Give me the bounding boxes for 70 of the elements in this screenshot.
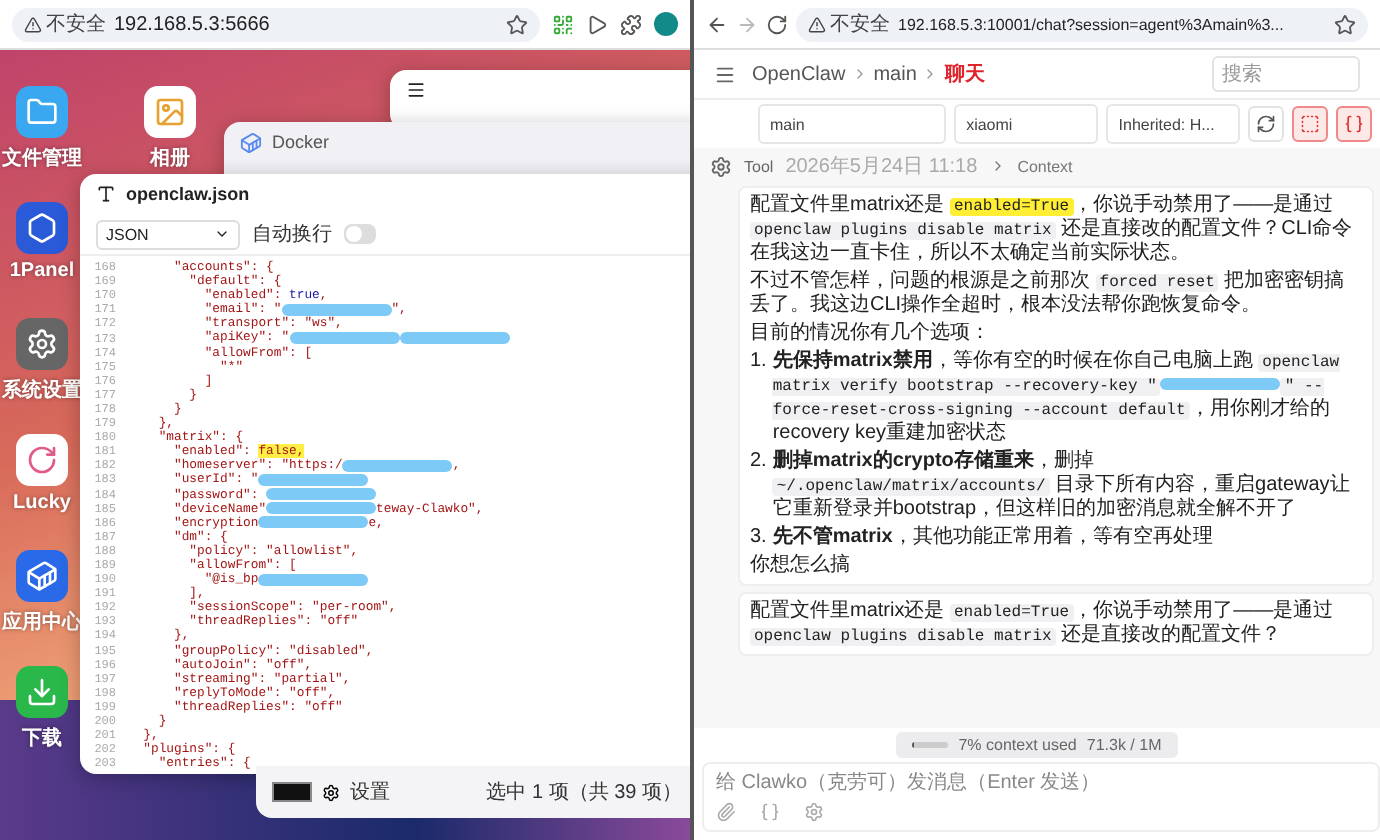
desktop-icon-label[interactable]: 文件管理 — [2, 144, 82, 172]
url-text: 192.168.5.3:5666 — [114, 13, 272, 35]
address-bar[interactable]: 不安全 192.168.5.3:5666 — [12, 7, 540, 41]
message-paragraph: 你想怎么搞 — [750, 554, 852, 578]
language-select[interactable]: JSON — [96, 219, 240, 249]
list-number: 2. — [750, 450, 767, 476]
breadcrumb-link[interactable]: 聊天 — [944, 60, 985, 88]
list-item-text: 先保持matrix禁用，等你有空的时候在你自己电脑上跑 openclaw matrix verify bootstrap --recovery-key " " --force-reset-cross-signing --account default ，用你刚才给的recovery key重建加密状态 — [772, 350, 1342, 446]
store-icon[interactable] — [16, 550, 68, 602]
url-text: 192.168.5.3:10001/chat?session=agent%3Amain%3... — [898, 15, 1286, 33]
play-icon[interactable] — [586, 13, 608, 35]
profile-avatar[interactable] — [654, 12, 678, 36]
session-select[interactable]: xiaomi — [954, 104, 1099, 144]
message-paragraph: 目前的情况你有几个选项： — [750, 322, 992, 346]
address-bar[interactable]: 不安全 192.168.5.3:10001/chat?session=agent%3Amain%3... — [796, 7, 1368, 41]
token-count: 71.3k / 1M — [1086, 736, 1162, 754]
breadcrumb-link[interactable]: OpenClaw — [752, 63, 846, 85]
warning-icon — [24, 15, 42, 33]
message-time: 2026年5月24日 11:18 — [785, 154, 978, 180]
message-input[interactable]: 给 Clawko（克劳可）发消息（Enter 发送） — [716, 772, 1366, 794]
message-paragraph: 配置文件里matrix还是 enabled=True ，你说手动禁用了——是通过 openclaw plugins disable matrix 还是直接改的配置文件？ — [750, 600, 1336, 648]
message-paragraph: 配置文件里matrix还是 enabled=True ，你说手动禁用了——是通过 openclaw plugins disable matrix 还是直接改的配置文件？CLI命令在我这边一直卡住，所以不太确定当前实际状态。 — [750, 194, 1355, 266]
session-select[interactable]: main — [758, 104, 947, 144]
settings-button[interactable]: 设置 — [350, 778, 390, 806]
desktop-icon-label[interactable]: 系统设置 — [2, 376, 82, 404]
message-field[interactable]: 给 Clawko（克劳可）发消息（Enter 发送） — [702, 762, 1380, 832]
desktop-icon-label[interactable]: 相册 — [150, 144, 190, 172]
star-icon[interactable] — [506, 13, 528, 35]
window-title: Docker — [272, 132, 330, 152]
gear-icon[interactable] — [322, 783, 340, 801]
back-icon[interactable] — [706, 13, 728, 35]
text-icon — [96, 184, 116, 204]
paperclip-icon[interactable] — [716, 802, 736, 822]
dashed-square-icon — [1299, 114, 1320, 134]
thumbnail-block — [272, 782, 312, 802]
focus-button[interactable] — [1291, 106, 1328, 142]
session-select[interactable]: Inherited: H... — [1106, 104, 1240, 144]
list-item-text: 删掉matrix的crypto存储重来，删掉 ~/.openclaw/matrix/accounts/ 目录下所有内容，重启gateway让它重新登录并bootstrap，但这样旧的加密消息就全解不开了 — [772, 450, 1352, 522]
grid-icon[interactable] — [552, 13, 574, 35]
download-icon[interactable] — [16, 666, 68, 718]
gear-icon — [710, 155, 732, 177]
list-item-text: 先不管matrix，其他功能正常用着，等有空再处理 — [772, 526, 1213, 550]
list-number: 3. — [750, 526, 767, 550]
window-title: openclaw.json — [126, 184, 250, 204]
security-label[interactable]: 不安全 — [24, 10, 106, 38]
toggle-button[interactable] — [1335, 106, 1372, 142]
menu-icon[interactable] — [406, 80, 426, 100]
warning-icon — [808, 15, 826, 33]
breadcrumb-link[interactable]: main — [873, 63, 917, 85]
chevron-down-icon — [214, 226, 230, 242]
list-number: 1. — [750, 350, 767, 376]
desktop-icon-label[interactable]: 1Panel — [9, 260, 75, 282]
wrap-toggle[interactable] — [344, 224, 376, 244]
security-label[interactable]: 不安全 — [808, 10, 890, 38]
selection-count: 选中 1 项（共 39 项） — [486, 779, 682, 806]
wrap-label: 自动换行 — [252, 222, 332, 248]
puzzle-icon[interactable] — [620, 13, 642, 35]
sender-name: Tool — [744, 157, 774, 175]
desktop-icon-label[interactable]: 下载 — [22, 724, 62, 752]
search-field[interactable]: 搜索 — [1212, 56, 1360, 92]
usage-label: 7% context used — [958, 736, 1077, 754]
reload-icon[interactable] — [766, 13, 788, 35]
hexagon-icon[interactable] — [16, 202, 68, 254]
refresh-icon — [1255, 114, 1276, 134]
message-paragraph: 不过不管怎样，问题的根源是之前那次 forced reset 把加密密钥搞丢了。我这边CLI操作全超时，根本没法帮你跑恢复命令。 — [750, 270, 1347, 318]
star-icon[interactable] — [1334, 13, 1356, 35]
context-link[interactable]: Context — [1017, 157, 1073, 175]
folder-icon[interactable] — [16, 86, 68, 138]
braces-icon — [1343, 114, 1364, 134]
refresh-button[interactable] — [1247, 106, 1284, 142]
